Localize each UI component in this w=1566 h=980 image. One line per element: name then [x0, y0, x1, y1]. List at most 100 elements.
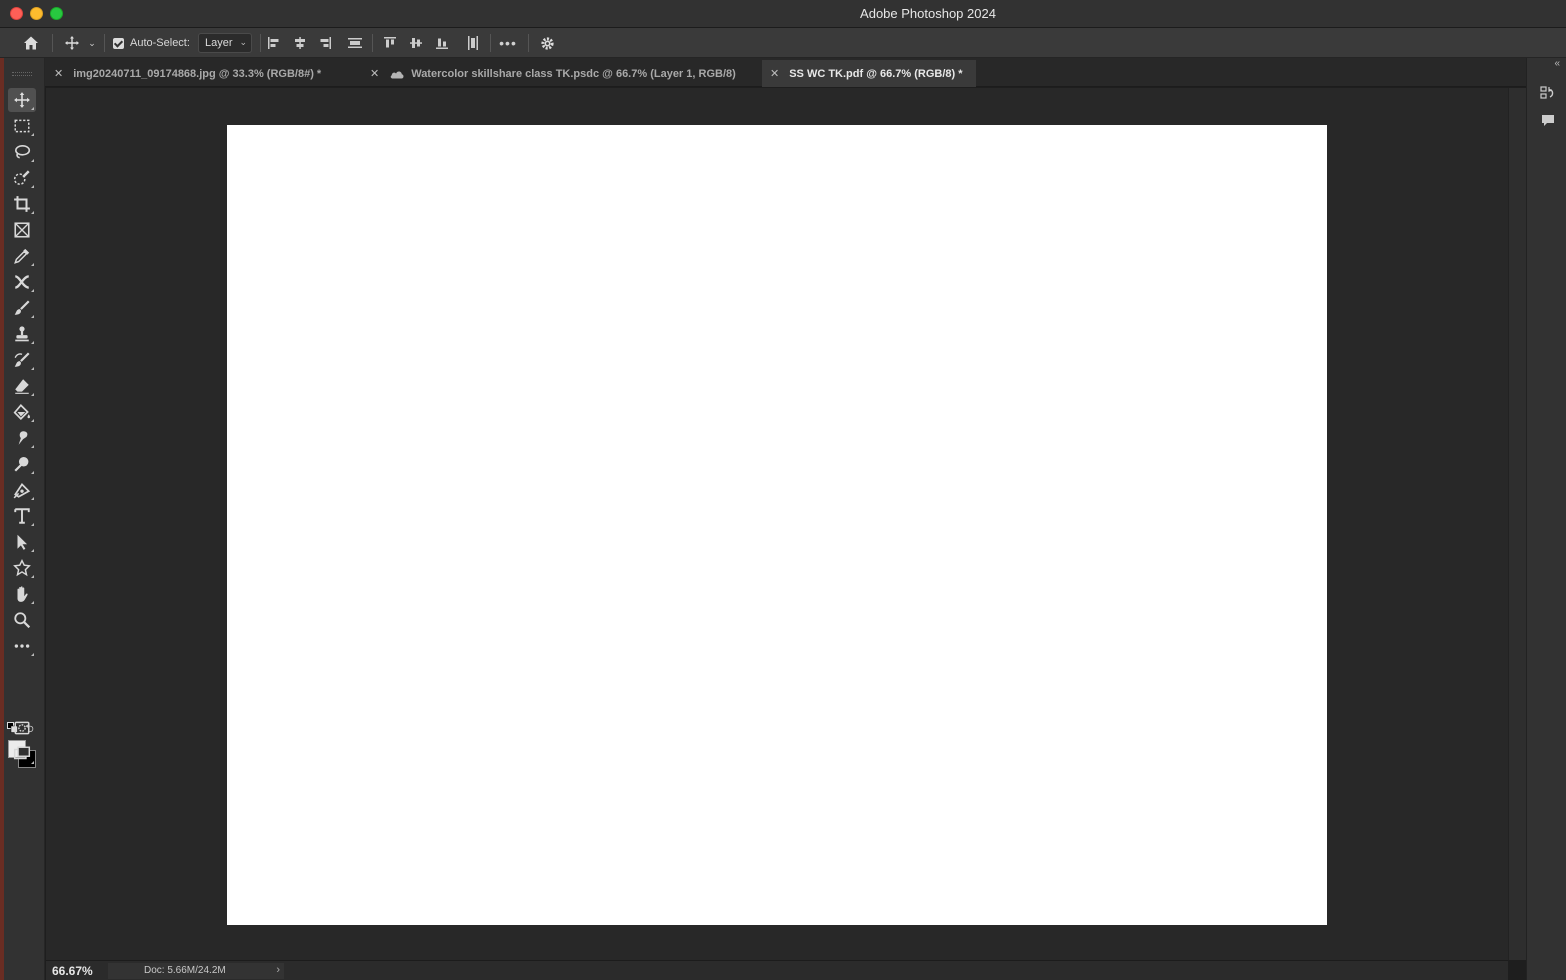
paint-bucket-tool[interactable] [8, 400, 36, 424]
move-tool[interactable] [8, 88, 36, 112]
smudge-icon [18, 431, 28, 445]
eraser-tool[interactable] [8, 374, 36, 398]
align-vertical-center-button[interactable] [408, 28, 424, 58]
healing-brush-tool[interactable] [8, 270, 36, 294]
align-right-icon [320, 37, 331, 49]
crop-icon [14, 196, 30, 212]
move-tool-icon [14, 92, 30, 108]
align-center-icon [295, 37, 305, 49]
more-tools-icon [14, 644, 30, 648]
align-top-button[interactable] [382, 28, 398, 58]
close-icon[interactable]: ✕ [770, 67, 779, 80]
history-brush-icon [14, 352, 30, 367]
path-selection-tool[interactable] [8, 530, 36, 554]
panel-dock: « [1526, 58, 1566, 980]
marquee-tool[interactable] [8, 114, 36, 138]
edit-toolbar-button[interactable] [8, 634, 36, 658]
document-tabs-bar: » ✕ img20240711_09174868.jpg @ 33.3% (RG… [0, 58, 1526, 87]
eraser-icon [15, 379, 29, 394]
tab-document-3[interactable]: ✕ SS WC TK.pdf @ 66.7% (RGB/8) * [762, 60, 976, 87]
zoom-level-field[interactable]: 66.67% [46, 964, 108, 978]
type-icon [14, 508, 30, 524]
align-left-button[interactable] [266, 28, 282, 58]
home-icon [24, 36, 38, 50]
dodge-icon [14, 457, 29, 472]
chevron-down-icon[interactable]: ⌄ [86, 28, 98, 58]
tab-label: img20240711_09174868.jpg @ 33.3% (RGB/8#… [73, 67, 322, 80]
tools-panel: ⮌ [0, 58, 45, 980]
history-brush-tool[interactable] [8, 348, 36, 372]
chevron-down-icon: ⌄ [239, 37, 247, 47]
hand-icon [17, 586, 28, 602]
distribute-vertical-button[interactable] [346, 28, 364, 58]
align-bottom-icon [436, 38, 448, 49]
distribute-horizontal-button[interactable] [464, 28, 482, 58]
dodge-tool[interactable] [8, 452, 36, 476]
canvas-area[interactable] [46, 88, 1508, 960]
window-edge [0, 58, 4, 980]
quick-selection-icon [13, 170, 30, 185]
hand-tool[interactable] [8, 582, 36, 606]
smudge-tool[interactable] [8, 426, 36, 450]
more-options-button[interactable]: ••• [498, 28, 518, 58]
auto-select-checkbox[interactable] [112, 28, 124, 58]
move-icon [65, 36, 79, 50]
move-tool-preset-button[interactable] [62, 28, 82, 58]
status-bar: 66.67% Doc: 5.66M/24.2M › [46, 960, 1508, 980]
clone-stamp-tool[interactable] [8, 322, 36, 346]
align-top-icon [384, 37, 396, 48]
title-bar: Adobe Photoshop 2024 [0, 0, 1566, 28]
brush-tool[interactable] [8, 296, 36, 320]
quick-mask-icon [14, 721, 30, 735]
align-left-icon [268, 37, 279, 49]
auto-select-target-dropdown[interactable]: Layer ⌄ [198, 33, 252, 53]
align-horizontal-center-button[interactable] [292, 28, 308, 58]
auto-select-label: Auto-Select: [130, 37, 190, 49]
auto-select-target-value: Layer [205, 37, 233, 49]
healing-brush-icon [14, 275, 29, 289]
crop-tool[interactable] [8, 192, 36, 216]
tab-document-1[interactable]: ✕ img20240711_09174868.jpg @ 33.3% (RGB/… [46, 60, 362, 87]
distribute-icon [348, 38, 362, 48]
document-canvas[interactable] [227, 125, 1327, 925]
custom-shape-icon [13, 559, 31, 577]
align-middle-icon [410, 38, 422, 48]
history-panel-icon[interactable] [1539, 84, 1557, 102]
quick-selection-tool[interactable] [8, 166, 36, 190]
custom-shape-tool[interactable] [8, 556, 36, 580]
tab-document-2[interactable]: ✕ Watercolor skillshare class TK.psdc @ … [362, 60, 760, 87]
vertical-scrollbar[interactable] [1508, 88, 1526, 960]
chevron-right-icon[interactable]: › [276, 964, 280, 976]
tab-label: SS WC TK.pdf @ 66.7% (RGB/8) * [789, 67, 963, 80]
rectangular-marquee-icon [14, 119, 30, 133]
pen-tool[interactable] [8, 478, 36, 502]
doc-size-text: Doc: 5.66M/24.2M [144, 965, 226, 976]
tab-label: Watercolor skillshare class TK.psdc @ 66… [411, 67, 736, 80]
eyedropper-tool[interactable] [8, 244, 36, 268]
align-right-button[interactable] [317, 28, 333, 58]
settings-button[interactable] [538, 28, 556, 58]
frame-icon [14, 222, 30, 238]
distribute-horizontal-icon [468, 36, 478, 50]
options-bar: ⌄ Auto-Select: Layer ⌄ ••• [0, 28, 1566, 58]
expand-panels-icon[interactable]: « [1554, 58, 1560, 69]
close-icon[interactable]: ✕ [54, 67, 63, 80]
quick-mask-button[interactable] [8, 716, 36, 740]
comments-panel-icon[interactable] [1539, 112, 1557, 130]
home-button[interactable] [20, 28, 42, 58]
align-bottom-button[interactable] [434, 28, 450, 58]
screen-mode-icon [13, 746, 31, 760]
frame-tool[interactable] [8, 218, 36, 242]
close-icon[interactable]: ✕ [370, 67, 379, 80]
screen-mode-button[interactable] [8, 742, 36, 766]
paint-bucket-icon [13, 404, 31, 420]
zoom-tool[interactable] [8, 608, 36, 632]
doc-info-field[interactable]: Doc: 5.66M/24.2M › [108, 962, 284, 979]
brush-icon [14, 300, 30, 315]
zoom-icon [14, 612, 31, 629]
lasso-tool[interactable] [8, 140, 36, 164]
toolbar-grip[interactable] [12, 72, 32, 76]
lasso-icon [15, 145, 31, 159]
ellipsis-icon: ••• [499, 35, 517, 51]
type-tool[interactable] [8, 504, 36, 528]
